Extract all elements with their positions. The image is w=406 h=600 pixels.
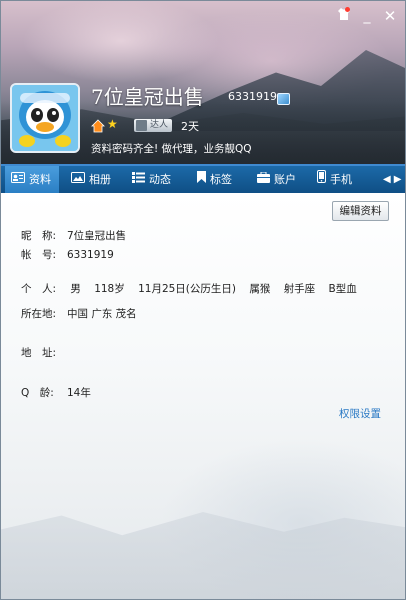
wallet-icon	[257, 166, 270, 193]
account-label: 帐 号:	[21, 249, 57, 261]
tab-tags[interactable]: 标签	[197, 166, 232, 193]
location-label: 所在地:	[21, 308, 57, 320]
nickname-value: 7位皇冠出售	[67, 230, 127, 242]
tab-account-label: 账户	[274, 173, 296, 186]
profile-header: _ ✕ 7位皇冠出售 6331919 ★ 达人 2天 资料密码齐全! 做代理，业…	[1, 1, 405, 164]
signature[interactable]: 资料密码齐全! 做代理，业务靓QQ	[91, 141, 252, 156]
profile-card-icon	[11, 166, 25, 193]
house-level-icon[interactable]	[91, 118, 105, 133]
zodiac-value: 属猴	[249, 283, 271, 295]
constellation-value: 射手座	[283, 283, 316, 295]
q-age-row: Q 龄: 14年	[21, 385, 91, 400]
tab-scroll-arrows: ◀ ▶	[383, 166, 404, 193]
tab-album[interactable]: 相册	[71, 166, 111, 193]
level-tag[interactable]: 达人	[134, 119, 173, 132]
gender-value: 男	[70, 283, 81, 295]
photo-album-icon	[71, 166, 85, 193]
level-tag-label: 达人	[150, 120, 169, 130]
content-background-mountains	[1, 512, 405, 599]
qq-number: 6331919	[228, 90, 277, 103]
nickname-label: 昵 称:	[21, 230, 57, 242]
account-row: 帐 号: 6331919	[21, 247, 114, 262]
blood-type-value: B型血	[328, 283, 357, 295]
close-button[interactable]: ✕	[381, 7, 399, 25]
address-row: 地 址:	[21, 345, 67, 360]
birthday-value: 11月25日(公历生日)	[138, 283, 236, 295]
tab-scroll-left-icon[interactable]: ◀	[383, 174, 391, 185]
tab-account[interactable]: 账户	[257, 166, 296, 193]
tab-scroll-right-icon[interactable]: ▶	[394, 174, 402, 185]
minimize-button[interactable]: _	[358, 7, 376, 25]
account-value: 6331919	[67, 249, 114, 261]
profile-window: _ ✕ 7位皇冠出售 6331919 ★ 达人 2天 资料密码齐全! 做代理，业…	[0, 0, 406, 600]
bookmark-tag-icon	[197, 166, 206, 193]
active-days: 2天	[181, 120, 199, 133]
tab-profile-label: 资料	[29, 173, 51, 186]
q-age-label: Q 龄:	[21, 387, 54, 399]
profile-content: 编辑资料 昵 称: 7位皇冠出售 帐 号: 6331919 个 人: 男 118岁 …	[1, 193, 405, 599]
tab-tags-label: 标签	[210, 173, 232, 186]
tab-profile[interactable]: 资料	[5, 166, 59, 193]
address-label: 地 址:	[21, 347, 57, 359]
phone-icon	[317, 166, 326, 193]
location-row: 所在地: 中国 广东 茂名	[21, 306, 137, 321]
talent-icon	[136, 120, 147, 131]
tab-phone-label: 手机	[330, 173, 352, 186]
location-value: 中国 广东 茂名	[67, 308, 137, 320]
tab-album-label: 相册	[89, 173, 111, 186]
tab-feed[interactable]: 动态	[132, 166, 171, 193]
personal-label: 个 人:	[21, 283, 57, 295]
vip-badge-icon[interactable]	[277, 93, 290, 105]
avatar[interactable]	[10, 83, 80, 153]
permission-settings-link[interactable]: 权限设置	[339, 406, 381, 421]
star-level-icon[interactable]: ★	[107, 117, 118, 131]
skin-shirt-icon[interactable]	[335, 7, 353, 25]
tab-feed-label: 动态	[149, 173, 171, 186]
skin-notification-dot	[345, 7, 350, 12]
feed-list-icon	[132, 166, 145, 193]
tab-phone[interactable]: 手机	[317, 166, 352, 193]
tab-bar: 资料 相册 动态 标签 账户 手机 ◀ ▶	[1, 164, 405, 193]
age-value: 118岁	[94, 283, 125, 295]
nickname-row: 昵 称: 7位皇冠出售	[21, 228, 126, 243]
q-age-value: 14年	[67, 387, 91, 399]
edit-profile-button[interactable]: 编辑资料	[332, 201, 389, 221]
personal-row: 个 人: 男 118岁 11月25日(公历生日) 属猴 射手座 B型血	[21, 281, 367, 296]
display-name: 7位皇冠出售	[91, 85, 204, 109]
